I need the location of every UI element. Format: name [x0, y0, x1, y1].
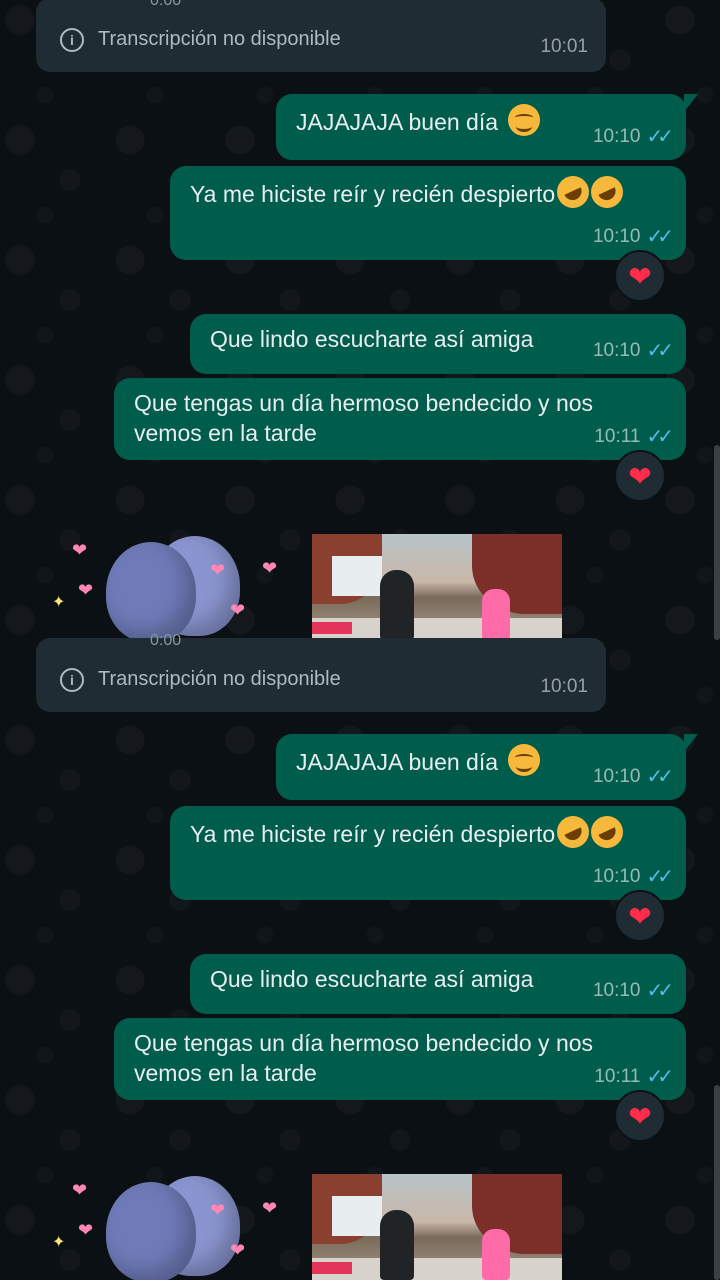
heart-icon: ❤: [78, 580, 94, 600]
photo-thumbnail[interactable]: [312, 534, 562, 640]
message-text: Que tengas un día hermoso bendecido y no…: [134, 1030, 594, 1086]
person-figure: [482, 1229, 510, 1280]
message-time: 10:10: [592, 980, 641, 1001]
read-ticks-icon: ✓✓: [646, 340, 673, 362]
message-meta: 10:10 ✓✓: [592, 862, 674, 892]
smiling-face-icon: [508, 744, 541, 776]
transcription-label: Transcripción no disponible: [98, 668, 341, 690]
person-figure: [482, 589, 510, 640]
info-icon: i: [60, 28, 84, 52]
outgoing-message[interactable]: Que tengas un día hermoso bendecido y no…: [114, 378, 686, 460]
read-ticks-icon: ✓✓: [646, 866, 673, 888]
message-meta: 10:10 ✓✓: [592, 222, 674, 252]
photo-thumbnail[interactable]: [312, 1174, 562, 1280]
person-figure: [380, 570, 414, 640]
read-ticks-icon: ✓✓: [646, 766, 673, 788]
outgoing-message[interactable]: Que lindo escucharte así amiga 10:10 ✓✓: [190, 314, 686, 374]
message-time: 10:10: [592, 126, 641, 147]
balloon-icon: [106, 542, 196, 642]
message-time: 10:01: [540, 676, 588, 697]
heart-icon: ❤: [78, 1220, 94, 1240]
message-time: 10:10: [592, 226, 641, 247]
heart-icon: ❤: [628, 260, 652, 292]
heart-icon: ❤: [262, 558, 278, 578]
outgoing-message[interactable]: Ya me hiciste reír y recién despierto 10…: [170, 166, 686, 260]
sparkle-icon: ✦: [52, 594, 66, 611]
heart-icon: ❤: [230, 1240, 246, 1260]
message-time: 10:10: [592, 340, 641, 361]
heart-reaction[interactable]: ❤: [614, 1090, 666, 1142]
rofl-face-icon: [585, 810, 629, 854]
heart-icon: ❤: [210, 560, 226, 580]
message-meta: 10:10 ✓✓: [592, 336, 674, 366]
message-meta: 10:10 ✓✓: [592, 976, 674, 1006]
sparkle-icon: ✦: [52, 1234, 66, 1251]
voice-note-card[interactable]: 0:00 i Transcripción no disponible 10:01: [36, 632, 606, 712]
media-row: ❤ ❤ ❤ ❤ ❤ ✦: [0, 1170, 720, 1280]
transcription-label: Transcripción no disponible: [98, 28, 341, 50]
message-text: JAJAJAJA buen día: [296, 744, 541, 777]
message-time: 10:01: [540, 36, 588, 57]
heart-icon: ❤: [628, 900, 652, 932]
heart-icon: ❤: [72, 1180, 88, 1200]
message-meta: 10:11 ✓✓: [594, 422, 674, 452]
message-text: JAJAJAJA buen día: [296, 104, 541, 137]
voice-note-duration: 0:00: [150, 0, 182, 9]
read-ticks-icon: ✓✓: [646, 226, 673, 248]
balloon-icon: [106, 1182, 196, 1280]
message-meta: 10:11 ✓✓: [594, 1062, 674, 1092]
outgoing-message[interactable]: JAJAJAJA buen día 10:10 ✓✓: [276, 734, 698, 800]
voice-note-duration: 0:00: [150, 632, 182, 649]
info-icon: i: [60, 668, 84, 692]
heart-icon: ❤: [210, 1200, 226, 1220]
smiling-face-icon: [508, 104, 541, 136]
message-time: 10:11: [594, 1066, 641, 1087]
heart-reaction[interactable]: ❤: [614, 890, 666, 942]
message-text: Que tengas un día hermoso bendecido y no…: [134, 390, 594, 446]
rofl-face-icon: [551, 170, 595, 214]
heart-icon: ❤: [230, 600, 246, 620]
read-ticks-icon: ✓✓: [646, 126, 673, 148]
heart-icon: ❤: [628, 1100, 652, 1132]
outgoing-message[interactable]: Que tengas un día hermoso bendecido y no…: [114, 1018, 686, 1100]
read-ticks-icon: ✓✓: [646, 1066, 673, 1088]
message-text: Que lindo escucharte así amiga: [210, 966, 534, 992]
bubble-tail: [684, 734, 698, 752]
outgoing-message[interactable]: Que lindo escucharte así amiga 10:10 ✓✓: [190, 954, 686, 1014]
message-meta: 10:10 ✓✓: [592, 762, 674, 792]
message-meta: 10:10 ✓✓: [592, 122, 674, 152]
heart-icon: ❤: [628, 460, 652, 492]
message-time: 10:10: [592, 766, 641, 787]
outgoing-message[interactable]: Ya me hiciste reír y recién despierto 10…: [170, 806, 686, 900]
message-text: Ya me hiciste reír y recién despierto: [190, 170, 629, 214]
message-text: Que lindo escucharte así amiga: [210, 326, 534, 352]
rofl-face-icon: [551, 810, 595, 854]
voice-note-card[interactable]: 0:00 i Transcripción no disponible 10:01: [36, 0, 606, 72]
heart-reaction[interactable]: ❤: [614, 250, 666, 302]
heart-reaction[interactable]: ❤: [614, 450, 666, 502]
person-figure: [380, 1210, 414, 1280]
read-ticks-icon: ✓✓: [646, 426, 673, 448]
outgoing-message[interactable]: JAJAJAJA buen día 10:10 ✓✓: [276, 94, 698, 160]
read-ticks-icon: ✓✓: [646, 980, 673, 1002]
rofl-face-icon: [585, 170, 629, 214]
message-time: 10:10: [592, 866, 641, 887]
message-text: Ya me hiciste reír y recién despierto: [190, 810, 629, 854]
heart-icon: ❤: [262, 1198, 278, 1218]
bubble-tail: [684, 94, 698, 112]
heart-icon: ❤: [72, 540, 88, 560]
message-time: 10:11: [594, 426, 641, 447]
